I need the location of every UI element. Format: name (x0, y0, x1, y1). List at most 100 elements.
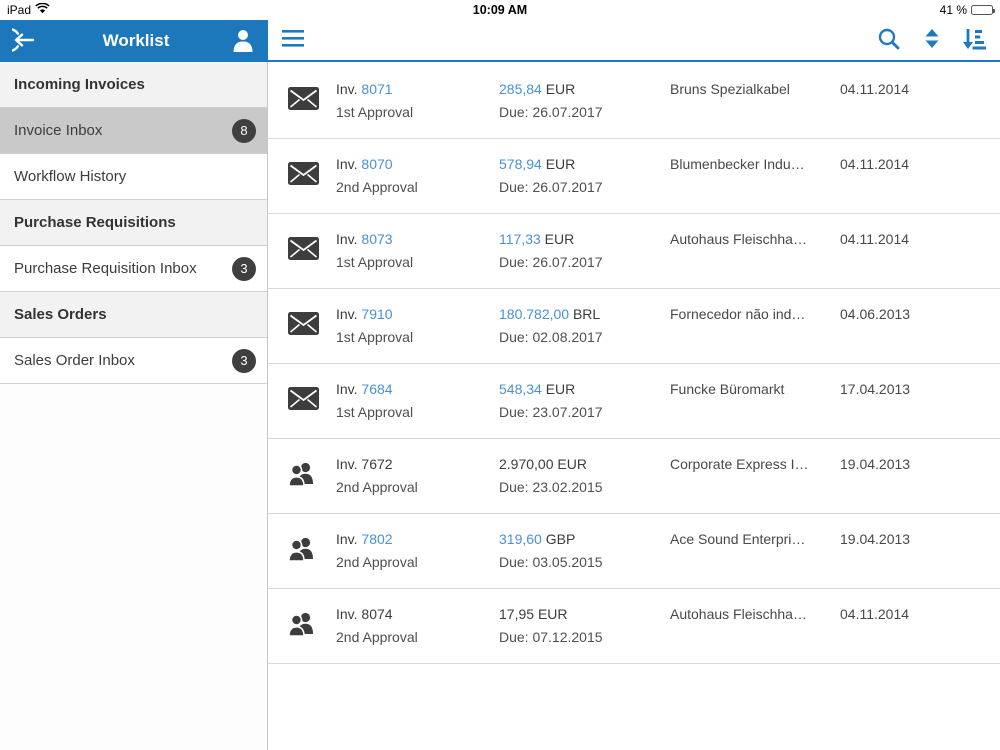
vendor-name: Funcke Büromarkt (670, 381, 785, 397)
vendor-name: Autohaus Fleischha… (670, 231, 807, 247)
sidebar-section-header: Incoming Invoices (0, 62, 267, 108)
inv-prefix: Inv. (336, 606, 358, 622)
amount-cell: 285,84 EUR Due: 26.07.2017 (499, 78, 670, 124)
status-bar: iPad 10:09 AM 41 % (0, 0, 1000, 20)
sidebar-item-workflow-history[interactable]: Workflow History (0, 154, 267, 200)
invoice-number[interactable]: 8073 (361, 231, 392, 247)
inv-prefix: Inv. (336, 156, 358, 172)
invoice-amount[interactable]: 180.782,00 (499, 306, 569, 322)
document-date: 19.04.2013 (840, 456, 911, 472)
sidebar-item-purchase-requisition-inbox[interactable]: Purchase Requisition Inbox 3 (0, 246, 267, 292)
sidebar-item-label: Purchase Requisition Inbox (14, 260, 197, 277)
expand-collapse-icon (925, 28, 939, 52)
invoice-amount[interactable]: 285,84 (499, 81, 542, 97)
invoice-row[interactable]: Inv. 8073 1st Approval 117,33 EUR Due: 2… (268, 214, 1000, 289)
invoice-amount[interactable]: 17,95 (499, 606, 534, 622)
invoice-id-cell: Inv. 8070 2nd Approval (336, 153, 499, 199)
invoice-number[interactable]: 8070 (361, 156, 392, 172)
invoice-number[interactable]: 8074 (361, 606, 392, 622)
date-cell: 04.11.2014 (840, 153, 1000, 199)
sort-button[interactable] (963, 28, 986, 53)
sidebar-item-invoice-inbox[interactable]: Invoice Inbox 8 (0, 108, 267, 154)
currency-code: EUR (545, 156, 576, 172)
user-button[interactable] (230, 26, 256, 57)
approval-stage: 1st Approval (336, 404, 414, 420)
invoice-amount[interactable]: 578,94 (499, 156, 542, 172)
sidebar-section-label: Sales Orders (14, 306, 107, 323)
invoice-id-cell: Inv. 8071 1st Approval (336, 78, 499, 124)
people-icon (288, 536, 315, 566)
vendor-cell: Autohaus Fleischha… (670, 603, 840, 649)
sidebar-items: Incoming Invoices Invoice Inbox 8 Workfl… (0, 62, 267, 384)
invoice-row[interactable]: Inv. 7684 1st Approval 548,34 EUR Due: 2… (268, 364, 1000, 439)
invoice-row[interactable]: Inv. 8070 2nd Approval 578,94 EUR Due: 2… (268, 139, 1000, 214)
sidebar-item-sales-order-inbox[interactable]: Sales Order Inbox 3 (0, 338, 267, 384)
row-icon-cell (288, 461, 336, 491)
battery-icon (971, 5, 995, 15)
search-button[interactable] (877, 27, 901, 54)
invoice-id-cell: Inv. 7910 1st Approval (336, 303, 499, 349)
amount-cell: 548,34 EUR Due: 23.07.2017 (499, 378, 670, 424)
invoice-row[interactable]: Inv. 8071 1st Approval 285,84 EUR Due: 2… (268, 64, 1000, 139)
invoice-row[interactable]: Inv. 7672 2nd Approval 2.970,00 EUR Due:… (268, 439, 1000, 514)
invoice-amount[interactable]: 117,33 (499, 231, 541, 247)
document-date: 04.06.2013 (840, 306, 911, 322)
row-icon-cell (288, 536, 336, 566)
menu-button[interactable] (282, 30, 304, 50)
approval-stage: 2nd Approval (336, 179, 418, 195)
row-icon-cell (288, 611, 336, 641)
group-button[interactable] (925, 28, 939, 52)
date-cell: 17.04.2013 (840, 378, 1000, 424)
invoice-row[interactable]: Inv. 7802 2nd Approval 319,60 GBP Due: 0… (268, 514, 1000, 589)
count-badge: 3 (232, 348, 256, 373)
search-icon (877, 27, 901, 54)
vendor-cell: Ace Sound Enterpri… (670, 528, 840, 574)
due-prefix: Due: (499, 254, 529, 270)
currency-code: GBP (545, 531, 576, 547)
invoice-amount[interactable]: 2.970,00 (499, 456, 554, 472)
currency-code: EUR (545, 81, 576, 97)
due-prefix: Due: (499, 104, 529, 120)
approval-stage: 2nd Approval (336, 554, 418, 570)
currency-code: EUR (557, 456, 587, 472)
person-icon (230, 26, 256, 57)
invoice-number[interactable]: 8071 (361, 81, 392, 97)
invoice-number[interactable]: 7684 (361, 381, 392, 397)
due-date: 03.05.2015 (532, 554, 603, 570)
due-prefix: Due: (499, 404, 529, 420)
sidebar-section-header: Sales Orders (0, 292, 267, 338)
invoice-row[interactable]: Inv. 8074 2nd Approval 17,95 EUR Due: 07… (268, 589, 1000, 664)
vendor-cell: Corporate Express I… (670, 453, 840, 499)
inv-prefix: Inv. (336, 306, 358, 322)
row-icon-cell (288, 87, 336, 115)
sidebar-item-label: Workflow History (14, 168, 127, 185)
invoice-row[interactable]: Inv. 7910 1st Approval 180.782,00 BRL Du… (268, 289, 1000, 364)
sort-descending-icon (963, 28, 986, 53)
inv-prefix: Inv. (336, 531, 358, 547)
count-badge: 3 (232, 256, 256, 281)
inv-prefix: Inv. (336, 456, 358, 472)
invoice-amount[interactable]: 548,34 (499, 381, 542, 397)
people-icon (288, 611, 315, 641)
invoice-number[interactable]: 7672 (361, 456, 392, 472)
amount-cell: 180.782,00 BRL Due: 02.08.2017 (499, 303, 670, 349)
due-prefix: Due: (499, 554, 529, 570)
invoice-number[interactable]: 7802 (361, 531, 392, 547)
due-prefix: Due: (499, 329, 529, 345)
vendor-name: Bruns Spezialkabel (670, 81, 790, 97)
inv-prefix: Inv. (336, 81, 358, 97)
amount-cell: 17,95 EUR Due: 07.12.2015 (499, 603, 670, 649)
date-cell: 19.04.2013 (840, 453, 1000, 499)
row-icon-cell (288, 237, 336, 265)
vendor-name: Blumenbecker Indu… (670, 156, 805, 172)
vendor-cell: Blumenbecker Indu… (670, 153, 840, 199)
invoice-number[interactable]: 7910 (361, 306, 392, 322)
toolbar (268, 20, 1000, 62)
amount-cell: 2.970,00 EUR Due: 23.02.2015 (499, 453, 670, 499)
date-cell: 04.11.2014 (840, 78, 1000, 124)
date-cell: 04.06.2013 (840, 303, 1000, 349)
invoice-amount[interactable]: 319,60 (499, 531, 542, 547)
back-button[interactable] (0, 25, 42, 58)
vendor-name: Fornecedor não ind… (670, 306, 806, 322)
toolbar-right (877, 27, 986, 54)
